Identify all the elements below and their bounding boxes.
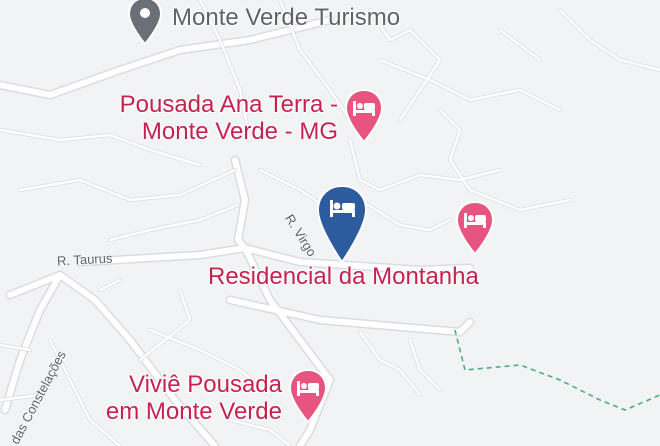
place-marker-monte-verde-turismo[interactable] [127,0,163,51]
hotel-label-vivie-pousada[interactable]: Viviê Pousada em Monte Verde [105,371,282,426]
hotel-label-residencial-da-montanha[interactable]: Residencial da Montanha [208,263,479,291]
hotel-bed-icon [455,200,495,256]
map-canvas[interactable]: R. Virgo R. Taurus das Constelações Mont… [0,0,660,446]
hiking-trail [454,329,660,411]
hotel-marker-vivie-pousada[interactable] [288,368,328,429]
hotel-bed-icon [344,88,384,144]
hotel-bed-icon [316,184,368,264]
hotel-marker-pousada-ana-terra[interactable] [344,88,384,149]
hotel-bed-icon [288,368,328,424]
place-pin-icon [127,0,163,46]
hotel-label-line: Viviê Pousada [129,371,282,398]
selected-hotel-marker-residencial-da-montanha[interactable] [316,184,368,273]
hotel-label-pousada-ana-terra[interactable]: Pousada Ana Terra - Monte Verde - MG [119,91,338,146]
street-label-taurus: R. Taurus [56,250,113,269]
hotel-label-line: Monte Verde - MG [141,117,338,145]
place-label-monte-verde-turismo[interactable]: Monte Verde Turismo [172,6,400,30]
hotel-label-line: em Monte Verde [105,397,282,425]
hotel-label-line: Pousada Ana Terra - [119,91,338,118]
hotel-marker-unnamed[interactable] [455,200,495,261]
